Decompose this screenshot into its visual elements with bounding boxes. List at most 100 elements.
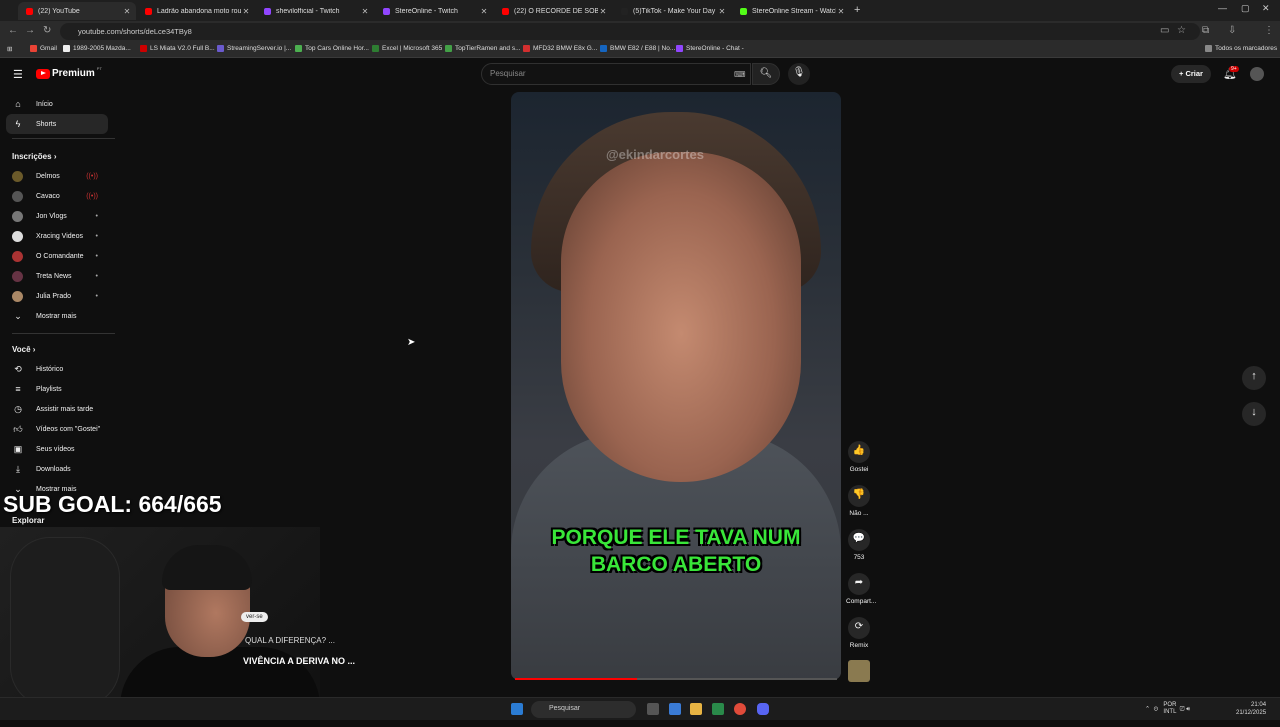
bookmark-item[interactable]: Top Cars Online Hor... (295, 45, 369, 52)
extensions-icon[interactable]: ⧉ (1202, 25, 1209, 36)
bookmark-item[interactable]: Gmail (30, 45, 57, 52)
browser-tab[interactable]: (22) YouTube ✕ (18, 2, 136, 20)
sidebar-subscription-item[interactable]: Treta News • (0, 266, 110, 286)
bookmark-favicon-icon (445, 45, 452, 52)
sidebar-subscription-item[interactable]: Jon Vlogs • (0, 206, 110, 226)
search-button[interactable]: 🔍︎ (752, 63, 780, 85)
sidebar-item-shorts[interactable]: ϟ Shorts (6, 114, 108, 134)
bookmarks-bar: ⊞ Gmail 1989-2005 Mazda... LS Miata V2.0 F… (0, 42, 1280, 58)
copilot-icon[interactable] (669, 703, 681, 715)
store-icon[interactable] (712, 703, 724, 715)
voice-search-button[interactable]: 🎙︎ (788, 63, 810, 85)
close-tab-icon[interactable]: ✕ (836, 7, 846, 16)
comment-icon: 💬 (848, 529, 870, 551)
youtube-logo[interactable]: Premium PT (36, 66, 102, 79)
forward-icon[interactable]: → (25, 25, 35, 36)
chrome-icon[interactable] (734, 703, 746, 715)
subscriptions-heading[interactable]: Inscrições › (12, 152, 56, 161)
tab-title: StereOnline Stream - Watch Li (752, 7, 836, 15)
sidebar-subscription-item[interactable]: Julia Prado • (0, 286, 110, 306)
browser-tab[interactable]: StereOnline - Twitch ✕ (375, 2, 493, 20)
tab-favicon-icon (502, 7, 509, 15)
sidebar-subscription-item[interactable]: O Comandante • (0, 246, 110, 266)
sidebar-you-item[interactable]: ≡ Playlists (0, 379, 115, 399)
address-bar[interactable]: youtube.com/shorts/deLce34TBy8 (60, 23, 1200, 40)
create-button[interactable]: + Criar (1171, 65, 1211, 83)
system-tray[interactable]: ⌃ ⊙ POR INTL ⎚ 🔊︎ (1145, 702, 1190, 716)
video-progress-bar[interactable] (515, 678, 837, 680)
discord-icon[interactable] (757, 703, 769, 715)
sidebar-subscription-item[interactable]: Cavaco ((•)) (0, 186, 110, 206)
bookmark-favicon-icon (217, 45, 224, 52)
sidebar-you-item[interactable]: ▣ Seus vídeos (0, 439, 115, 459)
new-tab-button[interactable]: + (854, 4, 860, 16)
next-short-button[interactable]: ↓ (1242, 402, 1266, 426)
reload-icon[interactable]: ↻ (43, 25, 51, 36)
minimize-button[interactable]: — (1218, 3, 1227, 13)
close-tab-icon[interactable]: ✕ (479, 7, 489, 16)
search-input[interactable]: Pesquisar (481, 63, 751, 85)
bookmark-item[interactable]: TopTierRamen and s... (445, 45, 521, 52)
bookmark-favicon-icon (676, 45, 683, 52)
channel-name: O Comandante (36, 252, 84, 260)
close-tab-icon[interactable]: ✕ (598, 7, 608, 16)
sidebar-item-home[interactable]: ⌂ Início (0, 94, 115, 114)
short-video-player[interactable]: @ekindarcortes PORQUE ELE TAVA NUM BARCO… (511, 92, 841, 680)
avatar[interactable] (1250, 67, 1264, 81)
windows-start-icon[interactable] (511, 703, 523, 715)
sidebar-subscription-item[interactable]: Xracing Videos • (0, 226, 110, 246)
close-tab-icon[interactable]: ✕ (360, 7, 370, 16)
all-bookmarks[interactable]: Todos os marcadores (1205, 45, 1277, 52)
sidebar-you-item[interactable]: ⟲ Histórico (0, 359, 115, 379)
bookmark-item[interactable]: MFD32 BMW E8x G... (523, 45, 597, 52)
close-tab-icon[interactable]: ✕ (717, 7, 727, 16)
task-view-icon[interactable] (647, 703, 659, 715)
taskbar-search-label: Pesquisar (549, 705, 581, 712)
remix-button[interactable]: ⟳ Remix (846, 617, 872, 649)
share-button[interactable]: ➦ Compart... (846, 573, 876, 605)
like-icon: 👍 (848, 441, 870, 463)
hamburger-menu-icon[interactable]: ☰ (13, 68, 23, 81)
bookmark-item[interactable]: BMW E82 / E88 | No... (600, 45, 675, 52)
maximize-button[interactable]: ▢ (1241, 3, 1250, 14)
tab-title: (22) YouTube (38, 7, 80, 15)
previous-short-button[interactable]: ↑ (1242, 366, 1266, 390)
sidebar-subscription-item[interactable]: Delmos ((•)) (0, 166, 110, 186)
show-more-label: Mostrar mais (36, 312, 77, 320)
apps-icon[interactable]: ⊞ (7, 45, 12, 53)
bookmark-item[interactable]: Excel | Microsoft 365 (372, 45, 442, 52)
file-explorer-icon[interactable] (690, 703, 702, 715)
sidebar-you-item[interactable]: 👍︎ Vídeos com "Gostei" (0, 419, 115, 439)
show-more-subs-button[interactable]: ⌄ Mostrar mais (0, 306, 115, 326)
browser-tab[interactable]: shevilofficial - Twitch ✕ (256, 2, 374, 20)
keyboard-icon[interactable]: ⌨ (734, 70, 746, 79)
cast-icon[interactable]: ▭ (1160, 25, 1169, 36)
bookmark-item[interactable]: LS Miata V2.0 Full B... (140, 45, 215, 52)
sidebar-item-label: Shorts (36, 120, 57, 128)
like-button[interactable]: 👍 Gostei (846, 441, 872, 473)
sidebar-you-item[interactable]: ◷ Assistir mais tarde (0, 399, 115, 419)
clock[interactable]: 21:04 21/12/2025 (1236, 701, 1266, 717)
bookmark-item[interactable]: 1989-2005 Mazda... (63, 45, 131, 52)
dislike-button[interactable]: 👎 Não ... (846, 485, 872, 517)
bookmark-item[interactable]: StreamingServer.io |... (217, 45, 291, 52)
video-person-face (561, 152, 801, 482)
comment-button[interactable]: 💬 753 (846, 529, 872, 561)
close-tab-icon[interactable]: ✕ (122, 7, 132, 16)
bookmark-item[interactable]: StereOnline - Chat - (676, 45, 744, 52)
tab-favicon-icon (264, 7, 271, 15)
taskbar-search[interactable]: Pesquisar (531, 701, 636, 718)
browser-tab[interactable]: (5)TikTok - Make Your Day ✕ (613, 2, 731, 20)
browser-tab[interactable]: Ladrão abandona moto roubada✕ (137, 2, 255, 20)
browser-tab[interactable]: StereOnline Stream - Watch Li✕ (732, 2, 850, 20)
close-window-button[interactable]: ✕ (1262, 3, 1270, 14)
sound-thumbnail[interactable] (846, 660, 872, 685)
close-tab-icon[interactable]: ✕ (241, 7, 251, 16)
downloads-icon[interactable]: ⇩ (1228, 25, 1236, 36)
browser-tab[interactable]: (22) O RECORDE DE SOBREV✕ (494, 2, 612, 20)
back-icon[interactable]: ← (8, 25, 18, 36)
you-heading[interactable]: Você › (12, 345, 35, 354)
browser-menu-icon[interactable]: ⋮ (1264, 25, 1274, 36)
bookmark-star-icon[interactable]: ☆ (1177, 25, 1186, 36)
sidebar-you-item[interactable]: ⤓ Downloads (0, 459, 115, 479)
